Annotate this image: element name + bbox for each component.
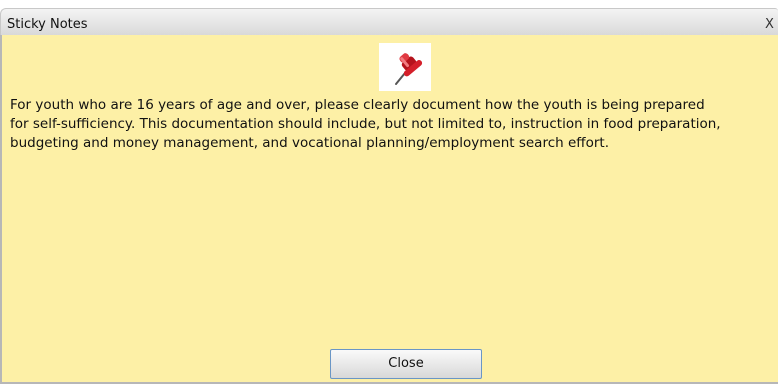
pushpin-icon	[379, 43, 431, 91]
close-button[interactable]: Close	[330, 349, 482, 379]
dialog-titlebar[interactable]: Sticky Notes X	[0, 8, 778, 35]
sticky-notes-dialog: Sticky Notes X For youth who are 16 year…	[0, 8, 778, 384]
dialog-title: Sticky Notes	[7, 17, 88, 32]
note-body: For youth who are 16 years of age and ov…	[0, 35, 778, 384]
close-icon[interactable]: X	[765, 17, 774, 32]
note-message: For youth who are 16 years of age and ov…	[10, 97, 721, 151]
